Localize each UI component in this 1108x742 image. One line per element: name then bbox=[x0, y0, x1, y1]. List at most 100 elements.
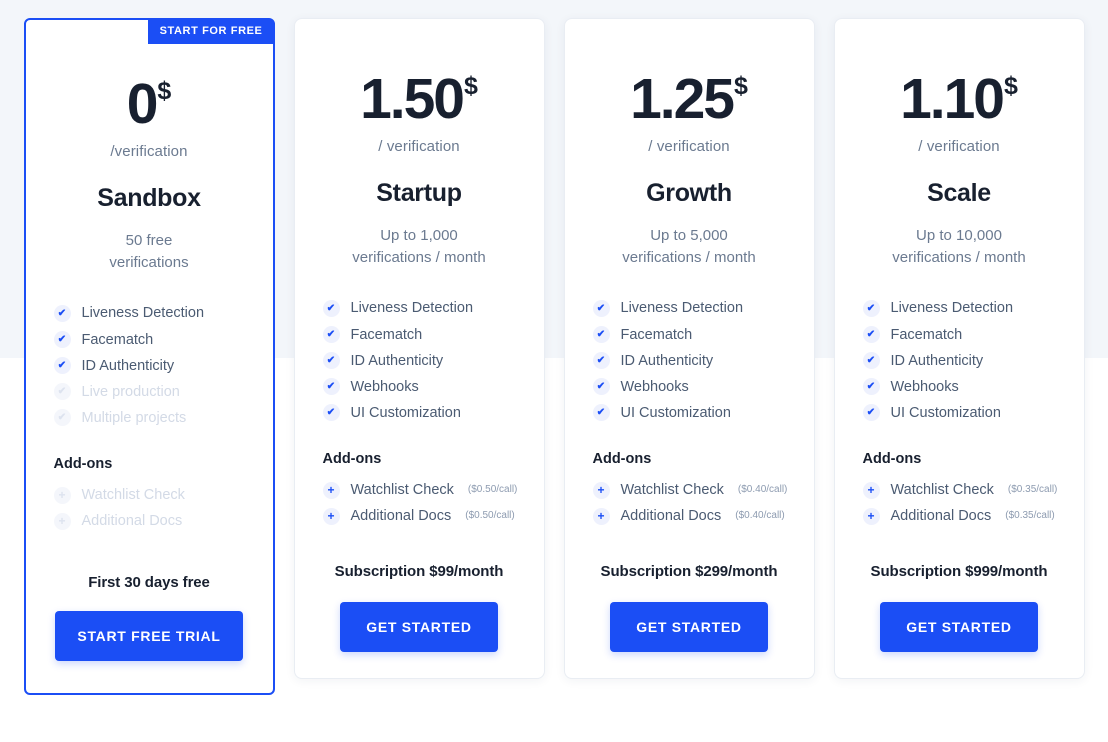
addons-heading: Add-ons bbox=[53, 456, 113, 472]
plan-name: Sandbox bbox=[97, 184, 201, 212]
check-icon: ✔ bbox=[862, 378, 880, 396]
feature-item: ✔ Live production bbox=[53, 379, 251, 405]
feature-label: UI Customization bbox=[350, 404, 461, 421]
plan-quota-line-1: Up to 5,000 bbox=[650, 227, 728, 244]
feature-item: ✔ Liveness Detection bbox=[862, 295, 1062, 321]
plan-quota-line-2: verifications / month bbox=[892, 249, 1026, 267]
addon-label: Watchlist Check bbox=[350, 482, 454, 498]
feature-label: Liveness Detection bbox=[890, 300, 1014, 317]
plan-price-unit: / verification bbox=[378, 138, 460, 155]
feature-label: ID Authenticity bbox=[620, 352, 714, 369]
feature-label: Liveness Detection bbox=[350, 300, 474, 317]
check-icon: ✔ bbox=[322, 299, 340, 317]
pricing-card-startup: 1.50 $ / verification Startup Up to 1,000 ver… bbox=[293, 18, 545, 680]
addons-heading: Add-ons bbox=[322, 451, 382, 467]
addon-item[interactable]: + Watchlist Check ($0.35/call) bbox=[862, 477, 1062, 503]
check-icon: ✔ bbox=[592, 352, 610, 370]
feature-label: Facematch bbox=[890, 326, 963, 343]
plan-quota-line-2: verifications bbox=[109, 254, 189, 272]
subscription-note: Subscription $99/month bbox=[334, 563, 504, 581]
addon-item[interactable]: + Additional Docs ($0.50/call) bbox=[322, 503, 522, 529]
addon-label: Additional Docs bbox=[81, 513, 183, 530]
plan-quota: Up to 5,000 verifications / month bbox=[622, 225, 755, 269]
feature-item: ✔ ID Authenticity bbox=[592, 348, 792, 374]
check-icon: ✔ bbox=[322, 326, 340, 344]
cta-button-sandbox[interactable]: START FREE TRIAL bbox=[55, 611, 243, 662]
check-icon: ✔ bbox=[592, 326, 610, 344]
cta-button-startup[interactable]: GET STARTED bbox=[340, 602, 498, 653]
plus-icon: + bbox=[322, 481, 340, 499]
check-icon: ✔ bbox=[322, 404, 340, 422]
feature-label: Webhooks bbox=[890, 378, 959, 395]
check-icon: ✔ bbox=[53, 409, 71, 427]
addon-item[interactable]: + Additional Docs ($0.40/call) bbox=[592, 503, 792, 529]
feature-item: ✔ Facematch bbox=[53, 327, 251, 353]
plus-icon: + bbox=[53, 486, 71, 504]
addon-item[interactable]: + Watchlist Check ($0.40/call) bbox=[592, 477, 792, 503]
addon-item: + Additional Docs bbox=[53, 508, 251, 534]
cta-button-growth[interactable]: GET STARTED bbox=[610, 602, 768, 653]
addon-item[interactable]: + Watchlist Check ($0.50/call) bbox=[322, 477, 522, 503]
feature-item: ✔ Multiple projects bbox=[53, 405, 251, 431]
addon-label: Watchlist Check bbox=[81, 487, 185, 503]
cta-button-scale[interactable]: GET STARTED bbox=[880, 602, 1038, 653]
feature-item: ✔ Webhooks bbox=[322, 374, 522, 400]
addon-item[interactable]: + Additional Docs ($0.35/call) bbox=[862, 503, 1062, 529]
plan-addon-list: + Watchlist Check ($0.40/call) + Additional … bbox=[587, 477, 792, 529]
plan-feature-list: ✔ Liveness Detection ✔ Facematch ✔ ID Authent… bbox=[317, 295, 522, 426]
plus-icon: + bbox=[322, 507, 340, 525]
feature-label: Facematch bbox=[81, 331, 154, 348]
pricing-card-list: START FOR FREE 0 $ /verification Sandbox 50 f… bbox=[0, 0, 1108, 742]
feature-item: ✔ Liveness Detection bbox=[322, 295, 522, 321]
plan-quota: 50 free verifications bbox=[109, 230, 188, 274]
plan-price: 0 $ bbox=[127, 76, 172, 133]
plan-price-amount: 1.10 bbox=[900, 67, 1005, 131]
addons-heading: Add-ons bbox=[592, 451, 652, 467]
plan-price-unit: /verification bbox=[110, 143, 188, 160]
feature-label: Liveness Detection bbox=[620, 300, 744, 317]
feature-item: ✔ Facematch bbox=[862, 322, 1062, 348]
feature-label: UI Customization bbox=[620, 404, 731, 421]
plan-feature-list: ✔ Liveness Detection ✔ Facematch ✔ ID Authent… bbox=[48, 300, 251, 431]
feature-item: ✔ Webhooks bbox=[592, 374, 792, 400]
check-icon: ✔ bbox=[862, 299, 880, 317]
plan-price-amount: 1.25 bbox=[630, 67, 735, 131]
check-icon: ✔ bbox=[862, 404, 880, 422]
plan-quota: Up to 1,000 verifications / month bbox=[352, 225, 485, 269]
plan-name: Growth bbox=[646, 179, 732, 207]
check-icon: ✔ bbox=[592, 404, 610, 422]
plan-price: 1.50 $ bbox=[360, 71, 478, 128]
plan-name: Startup bbox=[376, 179, 462, 207]
addon-cost: ($0.50/call) bbox=[465, 509, 515, 521]
plus-icon: + bbox=[862, 481, 880, 499]
plan-feature-list: ✔ Liveness Detection ✔ Facematch ✔ ID Authent… bbox=[587, 295, 792, 426]
pricing-card-sandbox: START FOR FREE 0 $ /verification Sandbox 50 f… bbox=[23, 18, 275, 696]
feature-item: ✔ ID Authenticity bbox=[322, 348, 522, 374]
addons-heading: Add-ons bbox=[862, 451, 922, 467]
feature-label: Facematch bbox=[620, 326, 693, 343]
addon-label: Watchlist Check bbox=[620, 482, 724, 498]
plan-badge: START FOR FREE bbox=[147, 19, 274, 44]
feature-label: ID Authenticity bbox=[890, 352, 984, 369]
addon-cost: ($0.40/call) bbox=[735, 509, 785, 521]
plan-price-unit: / verification bbox=[648, 138, 730, 155]
plus-icon: + bbox=[592, 481, 610, 499]
addon-item: + Watchlist Check bbox=[53, 482, 251, 508]
pricing-card-growth: 1.25 $ / verification Growth Up to 5,000 veri… bbox=[563, 18, 815, 680]
feature-label: Webhooks bbox=[350, 378, 419, 395]
check-icon: ✔ bbox=[53, 383, 71, 401]
subscription-note: Subscription $299/month bbox=[600, 563, 778, 581]
pricing-card-scale: 1.10 $ / verification Scale Up to 10,000 veri… bbox=[833, 18, 1085, 680]
feature-item: ✔ UI Customization bbox=[592, 400, 792, 426]
feature-item: ✔ Liveness Detection bbox=[592, 295, 792, 321]
check-icon: ✔ bbox=[53, 357, 71, 375]
feature-item: ✔ Facematch bbox=[592, 322, 792, 348]
plan-addon-list: + Watchlist Check + Additional Docs bbox=[48, 482, 251, 534]
feature-label: Webhooks bbox=[620, 378, 689, 395]
feature-item: ✔ Facematch bbox=[322, 322, 522, 348]
plan-quota: Up to 10,000 verifications / month bbox=[892, 225, 1025, 269]
plan-addon-list: + Watchlist Check ($0.35/call) + Additional … bbox=[857, 477, 1062, 529]
plan-addon-list: + Watchlist Check ($0.50/call) + Additional … bbox=[317, 477, 522, 529]
plan-price-currency: $ bbox=[464, 72, 478, 100]
plan-price-unit: / verification bbox=[918, 138, 1000, 155]
